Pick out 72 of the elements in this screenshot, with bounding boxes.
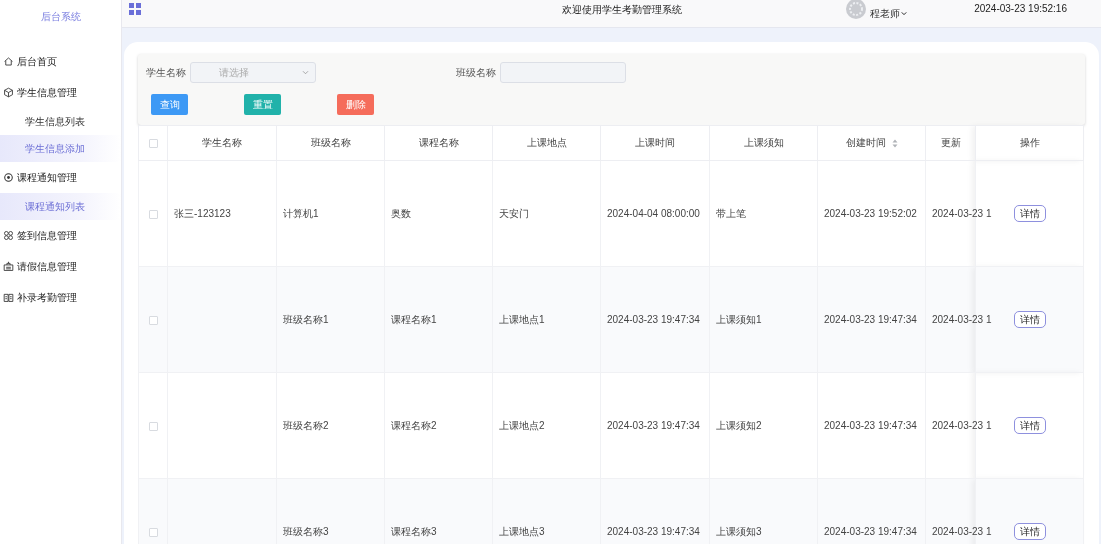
checkbox[interactable] <box>148 209 158 219</box>
details-button[interactable]: 详情 <box>1013 311 1046 328</box>
details-button[interactable]: 详情 <box>1013 417 1046 434</box>
menu-item[interactable]: 请假信息管理 <box>0 251 121 282</box>
id-badge-icon <box>3 261 14 272</box>
details-button[interactable]: 详情 <box>1013 523 1046 540</box>
caret-icon[interactable] <box>901 11 907 16</box>
table-cell: 天安门 <box>499 207 529 219</box>
avatar-icon[interactable] <box>846 0 866 19</box>
table-cell: 上课须知3 <box>716 525 762 537</box>
column-header[interactable]: 更新 <box>925 125 976 161</box>
column-header[interactable]: 学生名称 <box>167 125 277 161</box>
field-label: 学生名称 <box>146 65 186 80</box>
cube-icon <box>3 87 14 98</box>
table-cell: 计算机1 <box>283 207 319 219</box>
table-cell: 2024-03-23 19:47:34 <box>824 526 917 537</box>
chevron-down-icon[interactable] <box>302 70 309 75</box>
table-cell: 上课须知2 <box>716 419 762 431</box>
checkbox[interactable] <box>148 421 158 431</box>
table-cell: 班级名称2 <box>283 419 329 431</box>
table-cell: 班级名称1 <box>283 313 329 325</box>
table-cell: 奥数 <box>391 207 411 219</box>
grid-menu-icon[interactable] <box>129 3 141 15</box>
field-label: 班级名称 <box>456 65 496 80</box>
date-time: 2024-03-23 19:52:16 <box>974 3 1067 14</box>
menu-item[interactable]: 补录考勤管理 <box>0 282 121 313</box>
column-header[interactable]: 创建时间 <box>817 125 926 161</box>
table-cell: 2024-04-04 08:00:00 <box>607 208 700 219</box>
column-header[interactable]: 上课地点 <box>492 125 601 161</box>
table-cell: 2024-03-23 19:47:34 <box>824 420 917 431</box>
table-cell: 课程名称3 <box>391 525 437 537</box>
table-cell: 2024-03-23 19:47:34 <box>607 526 700 537</box>
table-cell: 带上笔 <box>716 207 746 219</box>
menu-item[interactable]: 课程通知管理 <box>0 162 121 193</box>
table-cell: 上课地点2 <box>499 419 545 431</box>
sort-icon[interactable] <box>891 138 898 148</box>
table-cell: 张三-123123 <box>174 207 231 219</box>
table-cell: 2024-03-23 1 <box>932 526 992 537</box>
menu-item[interactable]: 学生信息管理 <box>0 77 121 108</box>
table-cell: 2024-03-23 19:47:34 <box>607 420 700 431</box>
user-menu[interactable]: 程老师 <box>870 6 907 21</box>
column-header[interactable]: 课程名称 <box>384 125 493 161</box>
details-button[interactable]: 详情 <box>1013 205 1046 222</box>
gear-icon <box>3 172 14 183</box>
table-cell: 2024-03-23 19:47:34 <box>607 314 700 325</box>
table-cell: 上课地点3 <box>499 525 545 537</box>
table-cell: 2024-03-23 1 <box>932 314 992 325</box>
column-header[interactable]: 操作 <box>975 125 1084 161</box>
table-cell: 上课地点1 <box>499 313 545 325</box>
book-icon <box>3 292 14 303</box>
checkbox[interactable] <box>148 527 158 537</box>
table-cell: 课程名称2 <box>391 419 437 431</box>
table-cell: 课程名称1 <box>391 313 437 325</box>
text-field[interactable] <box>500 62 626 83</box>
menu-item[interactable]: 后台首页 <box>0 46 121 77</box>
table-cell: 上课须知1 <box>716 313 762 325</box>
table-cell: 2024-03-23 1 <box>932 208 992 219</box>
column-header[interactable]: 班级名称 <box>276 125 385 161</box>
table-cell: 2024-03-23 1 <box>932 420 992 431</box>
table-cell: 2024-03-23 19:52:02 <box>824 208 917 219</box>
table-cell: 班级名称3 <box>283 525 329 537</box>
home-icon <box>3 56 14 67</box>
page-title: 欢迎使用学生考勤管理系统 <box>562 3 683 17</box>
checkbox[interactable] <box>148 315 158 325</box>
checkbox[interactable] <box>148 139 158 149</box>
menu-item[interactable]: 签到信息管理 <box>0 220 121 251</box>
submenu-item[interactable]: 学生信息列表 <box>0 108 121 135</box>
sidebar-title: 后台系统 <box>39 10 82 24</box>
table-cell: 2024-03-23 19:47:34 <box>824 314 917 325</box>
clover-icon <box>3 230 14 241</box>
column-header[interactable]: 上课时间 <box>600 125 710 161</box>
column-header[interactable]: 上课须知 <box>709 125 818 161</box>
